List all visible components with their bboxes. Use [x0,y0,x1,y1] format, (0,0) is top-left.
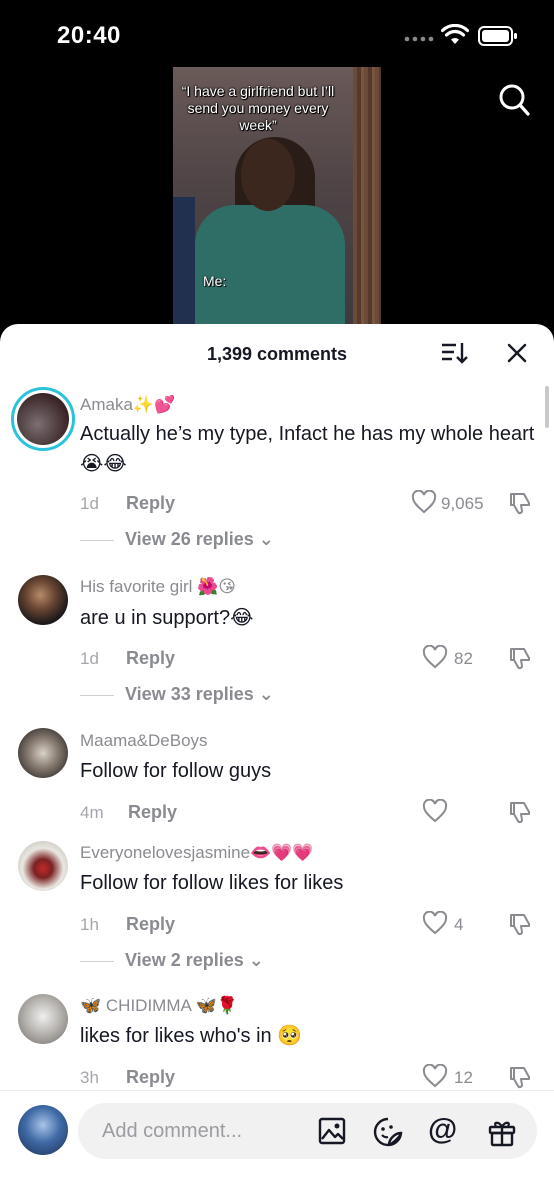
dislike-icon[interactable] [508,799,532,825]
dislike-icon[interactable] [508,490,532,516]
gift-icon[interactable] [487,1117,517,1147]
reply-button[interactable]: Reply [126,648,175,669]
video-label: Me: [203,273,227,289]
reply-button[interactable]: Reply [126,1067,175,1088]
status-bar: 20:40 [0,0,554,66]
dislike-icon[interactable] [508,911,532,937]
battery-icon [478,26,517,46]
video-preview[interactable]: “I have a girlfriend but I’ll send you m… [173,67,381,327]
dislike-icon[interactable] [508,645,532,671]
heart-icon[interactable] [422,645,448,669]
comment-text: are u in support?😂 [80,607,254,629]
sticker-icon[interactable] [373,1117,403,1147]
avatar[interactable] [18,575,68,625]
like-count: 12 [454,1068,473,1087]
dislike-icon[interactable] [508,1064,532,1090]
heart-icon[interactable] [411,490,437,514]
view-replies-button[interactable]: View 2 replies ⌄ [80,950,264,971]
comment-input[interactable]: Add comment... @ [78,1103,537,1159]
avatar[interactable] [18,841,68,891]
heart-icon[interactable] [422,799,448,823]
chevron-down-icon: ⌄ [258,684,274,704]
image-icon[interactable] [318,1117,346,1145]
search-icon[interactable] [498,83,530,117]
view-replies-button[interactable]: View 33 replies ⌄ [80,684,274,705]
sort-icon[interactable] [440,341,468,365]
comment-time: 1d [80,649,99,668]
avatar[interactable] [18,1105,68,1155]
comment-time: 3h [80,1068,99,1087]
like-count: 4 [454,915,464,934]
reply-button[interactable]: Reply [128,802,177,823]
comment-text: Follow for follow guys [80,760,272,782]
reply-button[interactable]: Reply [126,914,175,935]
video-caption: “I have a girlfriend but I’ll send you m… [181,83,335,133]
scrollbar[interactable] [545,386,549,428]
wifi-icon [441,24,469,44]
comment-composer: Add comment... @ [0,1090,554,1200]
comment-username[interactable]: Amaka✨💕 [80,395,175,415]
avatar[interactable] [11,387,75,451]
comments-sheet: 1,399 comments Amaka✨💕 Actually he’s my … [0,324,554,1199]
avatar[interactable] [18,728,68,778]
comment-text: likes for likes who's in 🥺 [80,1025,303,1047]
status-time: 20:40 [57,22,121,49]
comments-header: 1,399 comments [0,324,554,380]
comment-time: 4m [80,803,104,822]
like-count: 9,065 [441,494,484,513]
comment-text: Follow for follow likes for likes [80,872,344,894]
comment-username[interactable]: Everyonelovesjasmine👄💗💗 [80,843,314,863]
like-count: 82 [454,649,473,668]
heart-icon[interactable] [422,1064,448,1088]
comment-username[interactable]: His favorite girl 🌺😘 [80,577,236,597]
comment-text: Actually he’s my type, Infact he has my … [80,423,535,475]
comment-username[interactable]: Maama&DeBoys [80,731,208,751]
comment-time: 1h [80,915,99,934]
signal-icon [404,36,434,42]
close-icon[interactable] [506,342,528,364]
chevron-down-icon: ⌄ [248,950,264,970]
view-replies-button[interactable]: View 26 replies ⌄ [80,529,274,550]
comment-input-placeholder[interactable]: Add comment... [102,1120,242,1143]
reply-button[interactable]: Reply [126,493,175,514]
heart-icon[interactable] [422,911,448,935]
avatar[interactable] [18,994,68,1044]
chevron-down-icon: ⌄ [258,529,274,549]
comments-count: 1,399 comments [206,344,348,364]
comment-time: 1d [80,494,99,513]
mention-icon[interactable]: @ [428,1113,457,1147]
comment-username[interactable]: 🦋 CHIDIMMA 🦋🌹 [80,996,238,1016]
